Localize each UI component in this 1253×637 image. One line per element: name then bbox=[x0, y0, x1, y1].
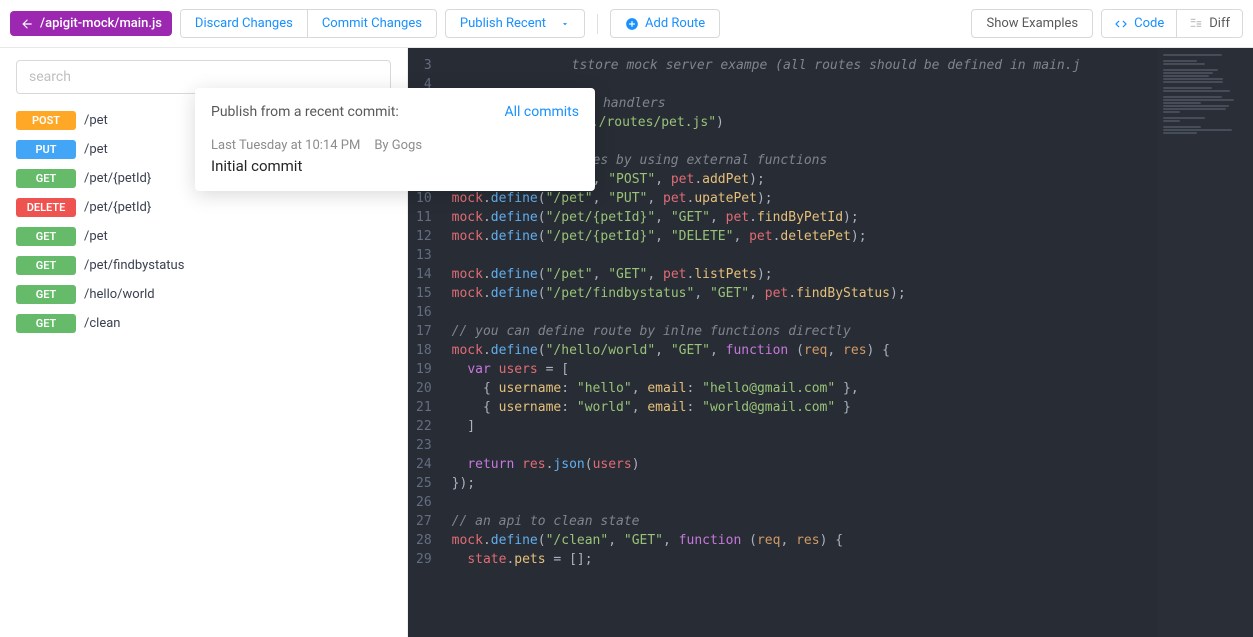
toolbar: /apigit-mock/main.js Discard Changes Com… bbox=[0, 0, 1253, 48]
route-item[interactable]: GET/clean bbox=[16, 311, 391, 336]
plus-circle-icon bbox=[625, 17, 639, 31]
route-path: /pet bbox=[84, 113, 108, 128]
commit-author: By Gogs bbox=[374, 138, 422, 153]
toolbar-divider bbox=[597, 14, 598, 34]
commit-item[interactable]: Last Tuesday at 10:14 PM By Gogs Initial… bbox=[211, 138, 579, 175]
method-badge: DELETE bbox=[16, 198, 76, 217]
method-badge: GET bbox=[16, 314, 76, 333]
method-badge: GET bbox=[16, 227, 76, 246]
route-path: /clean bbox=[84, 316, 120, 331]
breadcrumb-path: /apigit-mock/main.js bbox=[40, 16, 162, 31]
editor-minimap[interactable] bbox=[1157, 48, 1253, 637]
method-badge: PUT bbox=[16, 140, 76, 159]
changes-button-group: Discard Changes Commit Changes bbox=[180, 9, 437, 38]
route-path: /hello/world bbox=[84, 287, 155, 302]
chevron-down-icon bbox=[560, 19, 570, 29]
publish-recent-label: Publish Recent bbox=[460, 16, 546, 31]
route-path: /pet/findbystatus bbox=[84, 258, 184, 273]
route-item[interactable]: GET/pet/findbystatus bbox=[16, 253, 391, 278]
breadcrumb[interactable]: /apigit-mock/main.js bbox=[10, 11, 172, 36]
all-commits-link[interactable]: All commits bbox=[505, 104, 580, 120]
method-badge: GET bbox=[16, 285, 76, 304]
route-item[interactable]: GET/hello/world bbox=[16, 282, 391, 307]
add-route-button[interactable]: Add Route bbox=[610, 9, 720, 38]
view-toggle-group: Code Diff bbox=[1101, 9, 1243, 38]
method-badge: GET bbox=[16, 169, 76, 188]
back-arrow-icon bbox=[20, 17, 34, 31]
diff-tab-label: Diff bbox=[1209, 16, 1230, 31]
route-path: /pet/{petId} bbox=[84, 171, 151, 186]
commit-changes-button[interactable]: Commit Changes bbox=[307, 10, 436, 37]
add-route-label: Add Route bbox=[645, 16, 705, 31]
method-badge: POST bbox=[16, 111, 76, 130]
commit-time: Last Tuesday at 10:14 PM bbox=[211, 138, 360, 153]
discard-changes-button[interactable]: Discard Changes bbox=[181, 10, 307, 37]
route-path: /pet bbox=[84, 229, 108, 244]
diff-tab-button[interactable]: Diff bbox=[1176, 10, 1242, 37]
commit-message: Initial commit bbox=[211, 157, 579, 175]
code-tab-label: Code bbox=[1134, 16, 1164, 31]
show-examples-button[interactable]: Show Examples bbox=[971, 9, 1093, 38]
code-tab-button[interactable]: Code bbox=[1102, 10, 1176, 37]
route-path: /pet/{petId} bbox=[84, 200, 151, 215]
route-item[interactable]: GET/pet bbox=[16, 224, 391, 249]
publish-dropdown-title: Publish from a recent commit: bbox=[211, 104, 399, 120]
route-path: /pet bbox=[84, 142, 108, 157]
route-item[interactable]: DELETE/pet/{petId} bbox=[16, 195, 391, 220]
main: POST/petPUT/petGET/pet/{petId}DELETE/pet… bbox=[0, 48, 1253, 637]
publish-recent-button[interactable]: Publish Recent bbox=[445, 9, 585, 38]
code-icon bbox=[1114, 17, 1128, 31]
method-badge: GET bbox=[16, 256, 76, 275]
publish-dropdown: Publish from a recent commit: All commit… bbox=[195, 88, 595, 191]
diff-icon bbox=[1189, 17, 1203, 31]
